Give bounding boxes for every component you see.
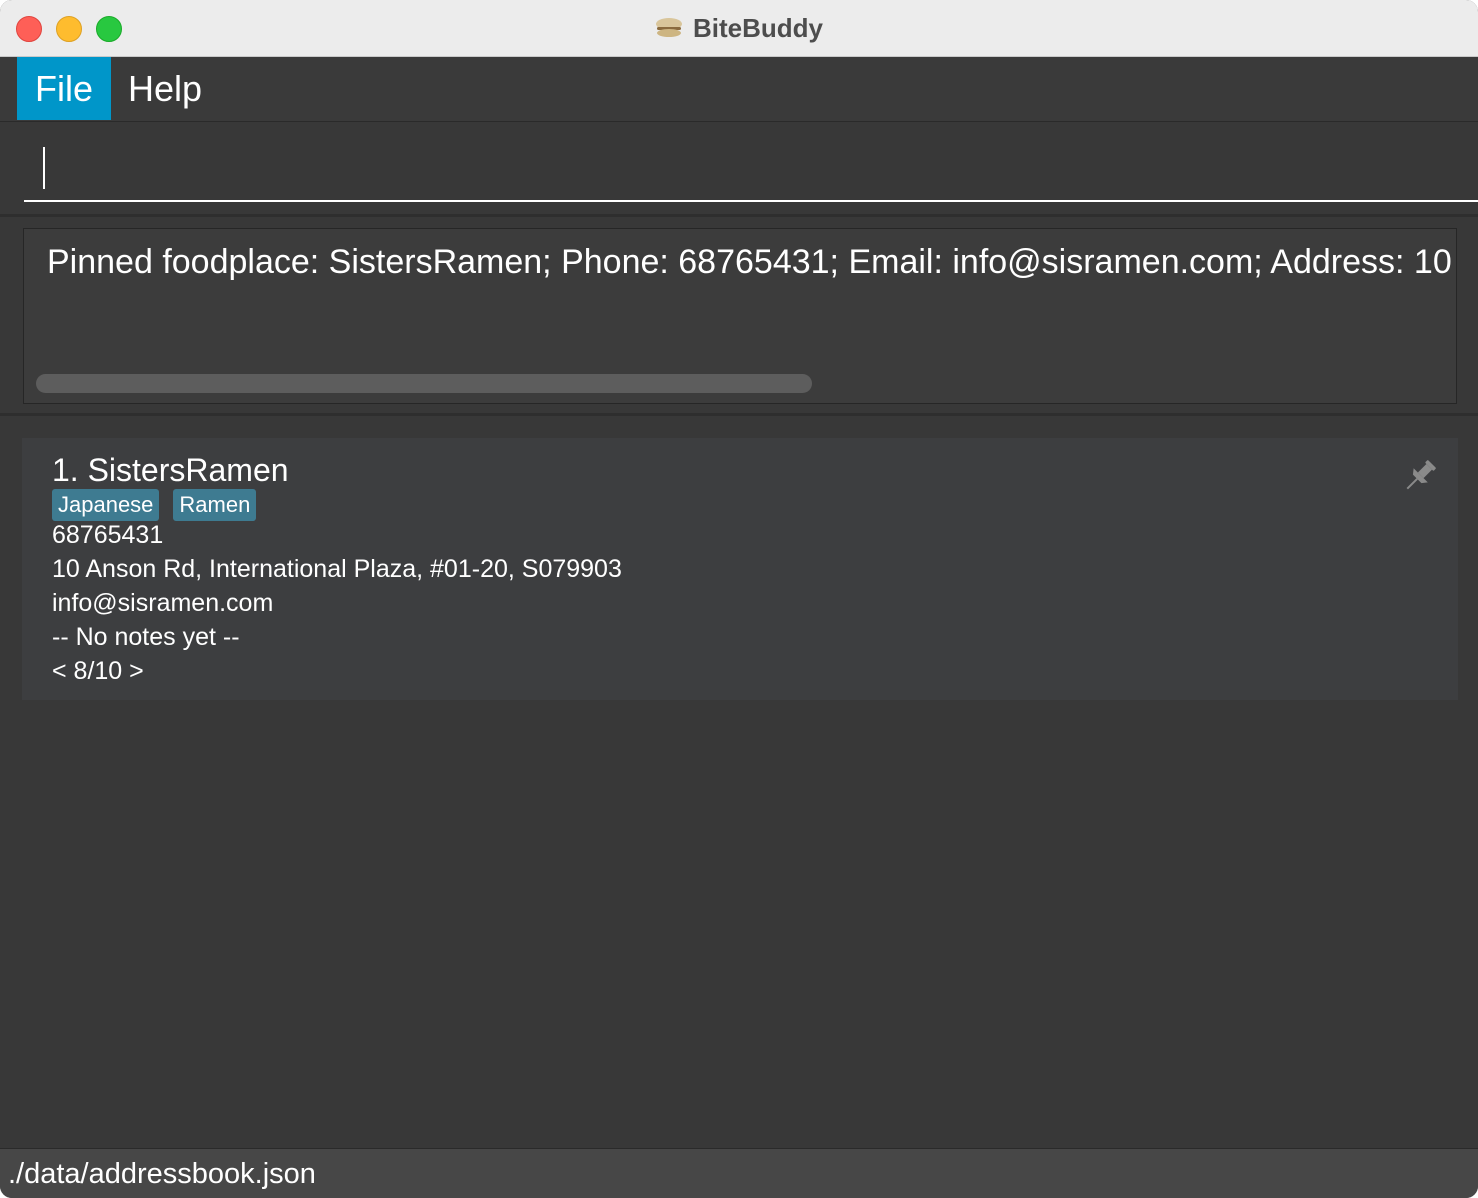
status-bar: ./data/addressbook.json (0, 1148, 1478, 1198)
command-box (0, 122, 1478, 217)
foodplace-name: 1. SistersRamen (52, 452, 289, 488)
tag-list: Japanese Ramen (52, 489, 257, 521)
tag: Ramen (173, 489, 257, 521)
horizontal-scrollbar[interactable] (36, 374, 812, 393)
menu-bar: File Help (0, 57, 1478, 122)
foodplace-notes: -- No notes yet -- (52, 623, 240, 651)
command-input[interactable] (24, 134, 1478, 202)
foodplace-address: 10 Anson Rd, International Plaza, #01-20… (52, 555, 622, 583)
foodplace-list: 1. SistersRamen Japanese Ramen 68765431 … (0, 416, 1478, 1148)
foodplace-card[interactable]: 1. SistersRamen Japanese Ramen 68765431 … (22, 438, 1458, 700)
window-title: BiteBuddy (693, 12, 823, 43)
result-display-panel: Pinned foodplace: SistersRamen; Phone: 6… (0, 217, 1478, 416)
foodplace-rating: < 8/10 > (52, 657, 144, 685)
menu-help[interactable]: Help (110, 57, 220, 120)
pin-icon (1406, 460, 1436, 490)
foodplace-email: info@sisramen.com (52, 589, 274, 617)
app-window: BiteBuddy File Help Pinned foodplace: Si… (0, 0, 1478, 1198)
tag: Japanese (52, 489, 160, 521)
foodplace-phone: 68765431 (52, 521, 164, 549)
result-message: Pinned foodplace: SistersRamen; Phone: 6… (47, 243, 1456, 281)
burger-icon (656, 18, 682, 37)
title-bar: BiteBuddy (0, 0, 1478, 57)
text-caret (43, 147, 45, 189)
result-display[interactable]: Pinned foodplace: SistersRamen; Phone: 6… (23, 228, 1457, 404)
menu-file[interactable]: File (17, 57, 112, 120)
save-location-path: ./data/addressbook.json (8, 1158, 316, 1190)
